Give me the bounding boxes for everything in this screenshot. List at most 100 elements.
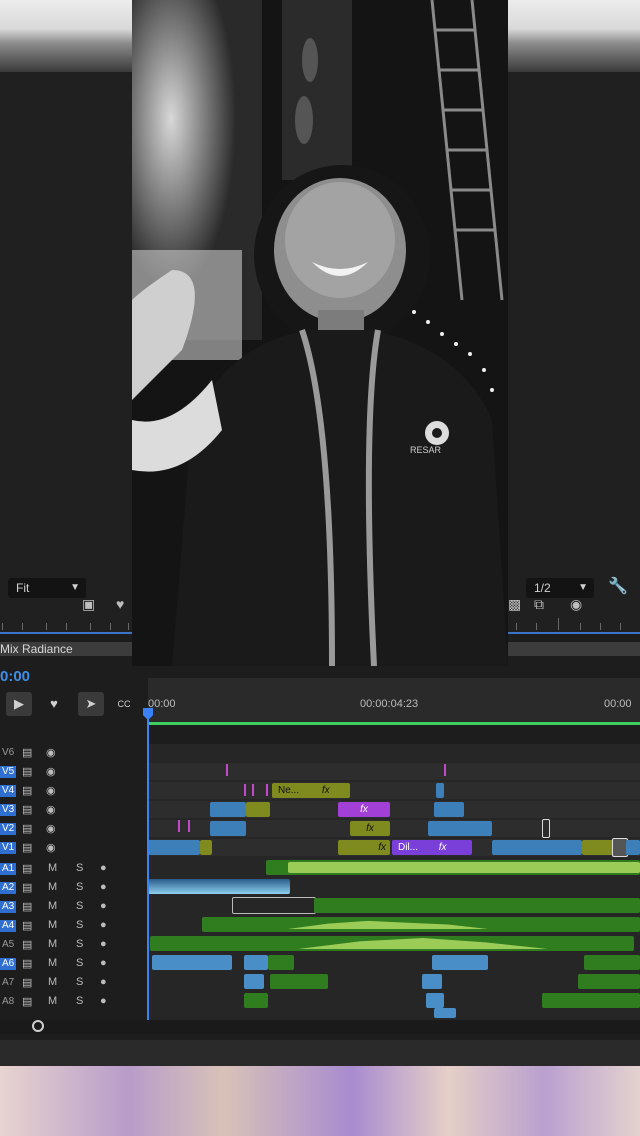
track-header-a3[interactable]: A3 ▤ M S ● — [0, 898, 146, 916]
mute-button[interactable]: M — [48, 938, 57, 950]
film-icon[interactable]: ▤ — [22, 746, 32, 759]
lane-v4[interactable] — [148, 782, 640, 799]
track-header-a7[interactable]: A7 ▤ M S ● — [0, 974, 146, 992]
clip-a7d[interactable] — [578, 974, 640, 989]
solo-button[interactable]: S — [76, 957, 83, 969]
clip-v4b[interactable] — [436, 783, 444, 798]
clip-a8[interactable] — [244, 993, 268, 1008]
clip-a3[interactable] — [232, 897, 316, 914]
timeline-zoom-scrollbar[interactable] — [0, 1020, 640, 1034]
lane-v5[interactable] — [148, 763, 640, 780]
microphone-icon[interactable]: ● — [100, 900, 107, 912]
clip-a8c[interactable] — [434, 1008, 456, 1018]
track-header-a1[interactable]: A1 ▤ M S ● — [0, 860, 146, 878]
microphone-icon[interactable]: ● — [100, 881, 107, 893]
clip-a8d[interactable] — [542, 993, 640, 1008]
clip-v1e[interactable] — [626, 840, 640, 855]
clip-a7b[interactable] — [270, 974, 328, 989]
film-icon[interactable]: ▤ — [22, 900, 32, 913]
clip-v2-outline[interactable] — [542, 819, 550, 838]
solo-button[interactable]: S — [76, 881, 83, 893]
clip-a6[interactable] — [152, 955, 232, 970]
compare-icon[interactable]: ⧉ — [534, 596, 544, 613]
film-icon[interactable]: ▤ — [22, 803, 32, 816]
clip-marker[interactable] — [252, 784, 254, 796]
microphone-icon[interactable]: ● — [100, 938, 107, 950]
eye-icon[interactable]: ◉ — [46, 841, 56, 854]
captions-icon[interactable]: CC — [112, 692, 136, 716]
clip-a6b[interactable] — [244, 955, 268, 970]
clip-a6c[interactable] — [268, 955, 294, 970]
clip-marker[interactable] — [444, 764, 446, 776]
film-icon[interactable]: ▤ — [22, 784, 32, 797]
program-ruler[interactable] — [508, 616, 640, 630]
film-icon[interactable]: ▤ — [22, 976, 32, 989]
clip-a7c[interactable] — [422, 974, 442, 989]
mute-button[interactable]: M — [48, 995, 57, 1007]
mute-button[interactable]: M — [48, 881, 57, 893]
clip-v1c[interactable] — [492, 840, 582, 855]
clip-marker[interactable] — [244, 784, 246, 796]
marker-icon[interactable]: ♥ — [116, 596, 124, 612]
solo-button[interactable]: S — [76, 862, 83, 874]
film-icon[interactable]: ▤ — [22, 995, 32, 1008]
solo-button[interactable]: S — [76, 900, 83, 912]
mute-button[interactable]: M — [48, 919, 57, 931]
clip-a2[interactable] — [148, 879, 290, 894]
track-header-a8[interactable]: A8 ▤ M S ● — [0, 993, 146, 1011]
clip-v2b[interactable] — [428, 821, 492, 836]
clip-v3[interactable] — [210, 802, 246, 817]
track-header-a4[interactable]: A4 ▤ M S ● — [0, 917, 146, 935]
mute-button[interactable]: M — [48, 957, 57, 969]
wrench-icon[interactable]: 🔧 — [608, 576, 628, 596]
clip-v1-dil[interactable]: Dil... fx — [392, 840, 472, 855]
film-icon[interactable]: ▤ — [22, 822, 32, 835]
track-header-a2[interactable]: A2 ▤ M S ● — [0, 879, 146, 897]
solo-button[interactable]: S — [76, 976, 83, 988]
clip-marker[interactable] — [178, 820, 180, 832]
eye-icon[interactable]: ◉ — [46, 803, 56, 816]
clip-a8b[interactable] — [426, 993, 444, 1008]
timeline-tracks[interactable]: Ne... fx fx fx fx Dil... fx — [148, 744, 640, 1020]
clip-v4[interactable]: Ne... fx — [272, 783, 350, 798]
timeline-timecode[interactable]: 0:00 — [0, 668, 30, 685]
clip-marker[interactable] — [226, 764, 228, 776]
track-header-a5[interactable]: A5 ▤ M S ● — [0, 936, 146, 954]
track-header-v2[interactable]: V2 ▤ ◉ — [0, 820, 146, 838]
clip-v1[interactable] — [148, 840, 200, 855]
eye-icon[interactable]: ◉ — [46, 822, 56, 835]
lift-icon[interactable]: ▩ — [508, 596, 521, 613]
clip-a7[interactable] — [244, 974, 264, 989]
track-header-a6[interactable]: A6 ▤ M S ● — [0, 955, 146, 973]
film-icon[interactable]: ▤ — [22, 919, 32, 932]
clip-v1-fx[interactable]: fx — [338, 840, 390, 855]
track-header-v4[interactable]: V4 ▤ ◉ — [0, 782, 146, 800]
clip-marker[interactable] — [266, 784, 268, 796]
film-icon[interactable]: ▤ — [22, 765, 32, 778]
track-header-v5[interactable]: V5 ▤ ◉ — [0, 763, 146, 781]
eye-icon[interactable]: ◉ — [46, 765, 56, 778]
camera-icon[interactable]: ◉ — [570, 596, 582, 613]
snap-icon[interactable]: ♥ — [44, 692, 64, 716]
film-icon[interactable]: ▤ — [22, 881, 32, 894]
solo-button[interactable]: S — [76, 938, 83, 950]
microphone-icon[interactable]: ● — [100, 995, 107, 1007]
clip-a6d[interactable] — [432, 955, 488, 970]
eye-icon[interactable]: ◉ — [46, 746, 56, 759]
clip-a6e[interactable] — [584, 955, 640, 970]
clip-v3-fx[interactable]: fx — [338, 802, 390, 817]
track-header-v3[interactable]: V3 ▤ ◉ — [0, 801, 146, 819]
source-zoom-select[interactable]: Fit ▼ — [8, 578, 86, 598]
export-frame-icon[interactable]: ▣ — [82, 596, 95, 613]
playhead-line[interactable] — [147, 708, 149, 1020]
program-scrub-bar[interactable] — [508, 642, 640, 656]
microphone-icon[interactable]: ● — [100, 919, 107, 931]
solo-button[interactable]: S — [76, 919, 83, 931]
track-header-v1[interactable]: V1 ▤ ◉ — [0, 839, 146, 857]
clip-marker[interactable] — [188, 820, 190, 832]
source-ruler[interactable] — [0, 616, 132, 630]
clip-a3b[interactable] — [314, 898, 640, 913]
clip-v2-fx[interactable]: fx — [350, 821, 390, 836]
timeline-ruler[interactable]: 00:00 00:00:04:23 00:00 — [148, 678, 640, 724]
program-zoom-select[interactable]: 1/2 ▼ — [526, 578, 594, 598]
